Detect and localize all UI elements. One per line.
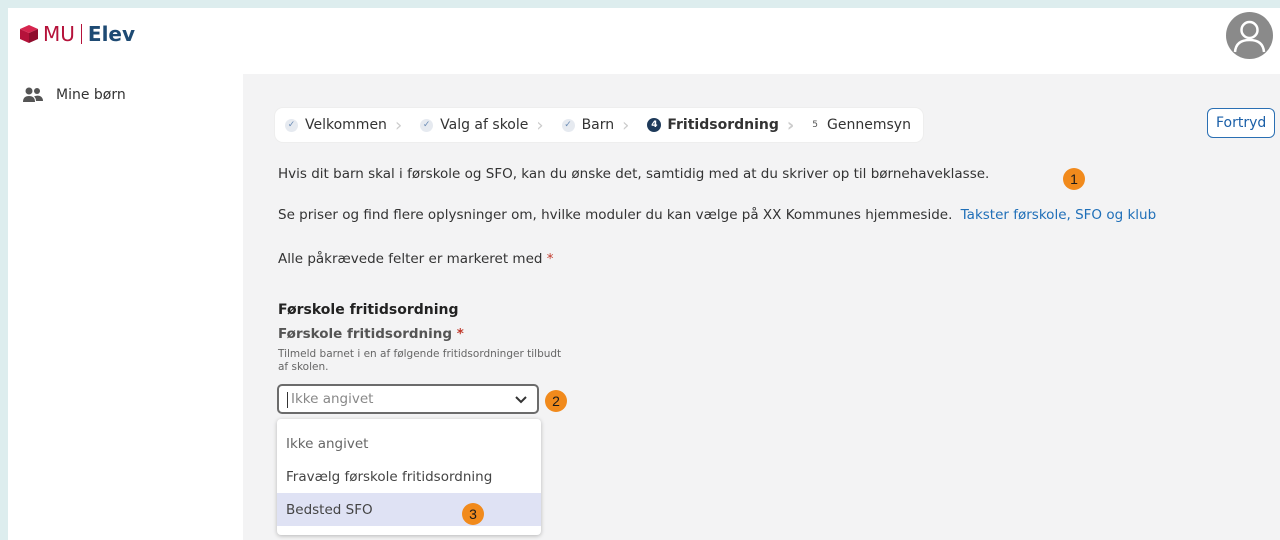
step-label: Velkommen bbox=[305, 117, 387, 133]
cancel-button[interactable]: Fortryd bbox=[1207, 108, 1276, 138]
chevron-right-icon: › bbox=[622, 114, 630, 136]
top-header bbox=[243, 8, 1280, 74]
required-marker: * bbox=[456, 326, 464, 342]
check-icon: ✓ bbox=[285, 118, 298, 132]
sidebar-item-label: Mine børn bbox=[56, 87, 126, 103]
check-icon: ✓ bbox=[561, 118, 575, 132]
dropdown-option-highlighted[interactable]: Bedsted SFO bbox=[277, 493, 541, 526]
dropdown-option[interactable]: Ikke angivet bbox=[277, 427, 541, 460]
cube-logo-icon bbox=[20, 25, 38, 43]
step-valg-af-skole[interactable]: ✓ Valg af skole › bbox=[410, 108, 551, 142]
app-logo[interactable]: MU Elev bbox=[19, 22, 135, 46]
step-label: Gennemsyn bbox=[827, 117, 911, 133]
chevron-right-icon: › bbox=[536, 114, 544, 136]
check-icon: ✓ bbox=[420, 118, 434, 132]
step-label: Fritidsordning bbox=[667, 117, 779, 133]
required-marker: * bbox=[546, 251, 554, 267]
logo-mu: MU bbox=[43, 22, 75, 46]
step-fritidsordning[interactable]: 4 Fritidsordning › bbox=[637, 108, 802, 142]
prices-text: Se priser og find flere oplysninger om, … bbox=[278, 207, 953, 223]
step-number: 5 bbox=[812, 120, 819, 130]
users-icon bbox=[23, 87, 43, 102]
callout-badge-1: 1 bbox=[1063, 168, 1085, 190]
chevron-right-icon: › bbox=[786, 114, 795, 136]
dropdown-option[interactable]: Fravælg førskole fritidsordning bbox=[277, 460, 541, 493]
step-number-badge: 4 bbox=[647, 118, 662, 132]
step-velkommen[interactable]: ✓ Velkommen › bbox=[275, 108, 410, 142]
progress-stepper: ✓ Velkommen › ✓ Valg af skole › ✓ Barn ›… bbox=[275, 108, 923, 142]
step-label: Barn bbox=[581, 117, 615, 133]
callout-badge-2: 2 bbox=[545, 390, 567, 412]
logo-elev: Elev bbox=[87, 22, 136, 46]
user-icon bbox=[1233, 20, 1266, 53]
section-title: Førskole fritidsordning bbox=[278, 302, 459, 318]
fritidsordning-select[interactable]: Ikke angivet bbox=[277, 384, 539, 414]
intro-text: Hvis dit barn skal i førskole og SFO, ka… bbox=[278, 166, 990, 182]
step-gennemsyn[interactable]: 5 Gennemsyn bbox=[802, 108, 923, 142]
field-label: Førskole fritidsordning * bbox=[278, 326, 464, 342]
sidebar-item-mine-born[interactable]: Mine børn bbox=[22, 86, 126, 104]
sidebar: MU Elev Mine børn bbox=[8, 8, 243, 540]
select-placeholder: Ikke angivet bbox=[291, 391, 374, 407]
field-help-text: Tilmeld barnet i en af følgende fritidso… bbox=[278, 348, 562, 373]
callout-badge-3: 3 bbox=[462, 503, 484, 525]
required-note: Alle påkrævede felter er markeret med bbox=[278, 251, 543, 267]
user-avatar[interactable] bbox=[1226, 12, 1273, 59]
chevron-right-icon: › bbox=[394, 114, 403, 136]
prices-paragraph: Se priser og find flere oplysninger om, … bbox=[278, 207, 1156, 223]
select-dropdown-menu: Ikke angivet Fravælg førskole fritidsord… bbox=[277, 419, 541, 535]
prices-link[interactable]: Takster førskole, SFO og klub bbox=[961, 207, 1156, 223]
app-window: MU Elev Mine børn ✓ Velkommen › ✓ Valg a… bbox=[8, 8, 1280, 540]
step-label: Valg af skole bbox=[440, 117, 529, 133]
step-barn[interactable]: ✓ Barn › bbox=[552, 108, 638, 142]
text-cursor bbox=[287, 392, 288, 408]
field-label-text: Førskole fritidsordning bbox=[278, 326, 453, 342]
logo-divider bbox=[80, 24, 82, 44]
chevron-down-icon[interactable] bbox=[513, 391, 529, 407]
required-note-line: Alle påkrævede felter er markeret med * bbox=[278, 251, 554, 267]
